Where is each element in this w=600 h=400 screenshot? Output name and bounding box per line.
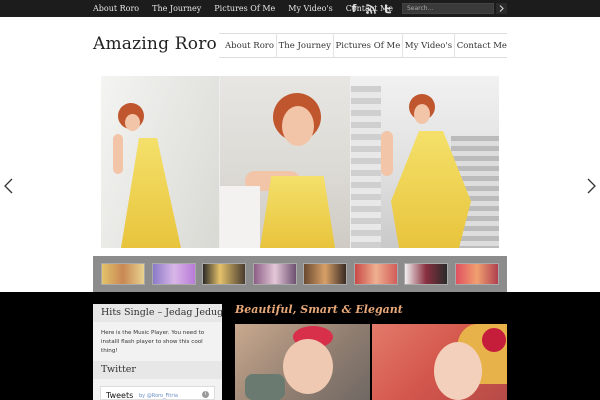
main-nav: About Roro The Journey Pictures Of Me My… xyxy=(219,33,507,58)
top-nav-journey[interactable]: The Journey xyxy=(152,0,201,17)
thumbnail[interactable] xyxy=(202,263,246,285)
thumbnail[interactable] xyxy=(404,263,448,285)
nav-about[interactable]: About Roro xyxy=(225,41,274,51)
top-nav: About Roro The Journey Pictures Of Me My… xyxy=(93,0,406,17)
top-nav-pictures[interactable]: Pictures Of Me xyxy=(214,0,275,17)
slide-photo xyxy=(220,76,350,248)
tweets-by-link[interactable]: by @Roro_Fitria xyxy=(139,393,178,399)
nav-contact[interactable]: Contact Me xyxy=(457,41,507,51)
nav-videos[interactable]: My Video's xyxy=(405,41,452,51)
info-icon[interactable]: i xyxy=(202,391,209,398)
search-button[interactable] xyxy=(496,3,507,14)
slide-photo xyxy=(101,76,219,248)
twitter-icon[interactable] xyxy=(382,3,392,14)
nav-pictures[interactable]: Pictures Of Me xyxy=(336,41,401,51)
site-logo[interactable]: Amazing Roro xyxy=(93,34,217,54)
twitter-widget-title: Twitter xyxy=(93,361,222,379)
nav-divider xyxy=(275,33,277,58)
nav-journey[interactable]: The Journey xyxy=(279,41,331,51)
twitter-timeline[interactable]: Tweets by @Roro_Fitria i xyxy=(100,386,215,400)
feature-photo xyxy=(235,324,370,400)
music-widget-title: Hits Single – Jedag Jedug xyxy=(93,304,223,322)
thumbnail[interactable] xyxy=(101,263,145,285)
feature-photo xyxy=(372,324,507,400)
nav-divider xyxy=(453,33,455,58)
thumbnail[interactable] xyxy=(354,263,398,285)
image-slider[interactable] xyxy=(101,76,499,248)
thumbnail-bar xyxy=(93,256,507,292)
music-widget-text: Here is the Music Player. You need to in… xyxy=(101,330,205,354)
feature-images[interactable] xyxy=(235,324,507,400)
top-nav-about[interactable]: About Roro xyxy=(93,0,139,17)
top-nav-videos[interactable]: My Video's xyxy=(288,0,332,17)
rss-icon[interactable] xyxy=(366,3,376,14)
chevron-left-icon[interactable] xyxy=(3,178,15,194)
thumbnail[interactable] xyxy=(303,263,347,285)
nav-divider xyxy=(332,33,334,58)
thumbnail[interactable] xyxy=(253,263,297,285)
search-input[interactable]: Search... xyxy=(402,3,494,14)
facebook-icon[interactable]: f xyxy=(350,2,358,15)
chevron-right-icon[interactable] xyxy=(585,178,597,194)
feature-title[interactable]: Beautiful, Smart & Elegant xyxy=(235,303,403,316)
nav-divider xyxy=(402,33,404,58)
thumbnail[interactable] xyxy=(152,263,196,285)
search-icon xyxy=(499,5,504,12)
slide-photo xyxy=(351,76,499,248)
thumbnail[interactable] xyxy=(455,263,499,285)
tweets-label: Tweets xyxy=(106,391,134,400)
